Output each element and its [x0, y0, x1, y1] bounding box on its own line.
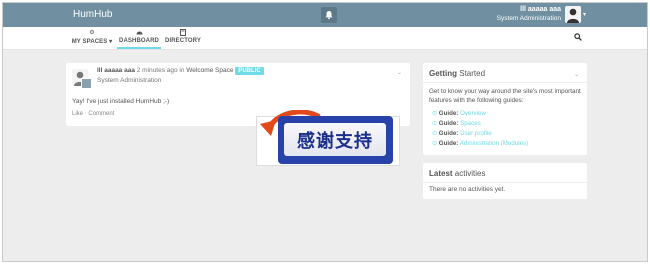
guide-prefix: Guide:: [438, 110, 459, 117]
nav-dashboard-label: DASHBOARD: [119, 38, 159, 44]
getting-started-description: Get to know your way around the site's m…: [429, 88, 581, 104]
getting-started-panel: Getting Started ⌄ Get to know your way a…: [423, 63, 587, 155]
nav-my-spaces[interactable]: ⚙ MY SPACES ▾: [71, 29, 113, 45]
guide-spaces[interactable]: ⊙ Guide: Spaces: [432, 120, 481, 127]
post-space-link[interactable]: Welcome Space: [186, 67, 233, 74]
guide-label: Administration (Modules): [459, 140, 529, 147]
post-author-role: System Administration: [97, 77, 162, 84]
public-badge: PUBLIC: [235, 67, 264, 75]
guide-prefix: Guide:: [438, 140, 459, 147]
cog-icon: ⚙: [89, 30, 95, 36]
search-icon[interactable]: [574, 33, 582, 41]
action-separator: ·: [84, 111, 87, 117]
latest-activities-title-bold: Latest: [429, 169, 453, 178]
promo-overlay: 感谢支持: [256, 110, 400, 166]
nav-directory-label: DIRECTORY: [165, 38, 201, 44]
top-bar: HumHub lll aaaaa aaa System Administrati…: [3, 3, 647, 27]
play-circle-icon: ⊙: [432, 121, 438, 127]
promo-button[interactable]: 感谢支持: [284, 123, 386, 156]
nav-directory[interactable]: DIRECTORY: [165, 29, 201, 44]
no-activities-text: There are no activities yet.: [429, 186, 506, 193]
guide-prefix: Guide:: [438, 130, 459, 137]
latest-activities-title: Latest activities: [429, 169, 485, 178]
space-image-icon[interactable]: [81, 78, 92, 89]
user-avatar[interactable]: [565, 6, 581, 23]
guide-user-profile[interactable]: ⊙ Guide: User profile: [432, 130, 492, 137]
comment-link[interactable]: Comment: [88, 111, 114, 117]
post-time: 2 minutes ago in: [136, 67, 185, 74]
post-content: Yay! I've just installed HumHub ;-): [72, 98, 170, 105]
getting-started-title-rest: Started: [459, 69, 486, 78]
user-role: System Administration: [496, 15, 561, 22]
notifications-button[interactable]: [321, 7, 337, 23]
bell-icon: [325, 11, 333, 20]
dashboard-icon: [117, 29, 161, 38]
post-menu-chevron-icon[interactable]: ⌄: [397, 69, 402, 76]
guide-prefix: Guide:: [438, 120, 459, 127]
book-icon: [165, 29, 201, 38]
latest-activities-title-rest: activities: [454, 169, 486, 178]
post-header: lll aaaaa aaa 2 minutes ago in Welcome S…: [97, 67, 264, 75]
play-circle-icon: ⊙: [432, 111, 438, 117]
guide-label: Spaces: [460, 120, 481, 127]
guide-label: Overview: [460, 110, 486, 117]
latest-activities-panel: Latest activities There are no activitie…: [423, 163, 587, 199]
guide-administration[interactable]: ⊙ Guide: Administration (Modules): [432, 140, 528, 147]
play-circle-icon: ⊙: [432, 131, 438, 137]
guide-label: User profile: [460, 130, 492, 137]
guide-overview[interactable]: ⊙ Guide: Overview: [432, 110, 486, 117]
panel-divider: [423, 82, 587, 83]
play-circle-icon: ⊙: [432, 141, 438, 147]
panel-divider: [423, 182, 587, 183]
post-author-link[interactable]: lll aaaaa aaa: [97, 67, 135, 74]
panel-collapse-chevron-icon[interactable]: ⌄: [574, 71, 579, 78]
brand-logo[interactable]: HumHub: [73, 9, 112, 20]
promo-text: 感谢支持: [297, 130, 373, 152]
getting-started-title: Getting Started: [429, 69, 485, 78]
nav-dashboard[interactable]: DASHBOARD: [117, 29, 161, 49]
user-name[interactable]: lll aaaaa aaa: [520, 6, 561, 14]
post-actions: Like · Comment: [72, 111, 114, 117]
like-link[interactable]: Like: [72, 111, 83, 117]
getting-started-title-bold: Getting: [429, 69, 457, 78]
nav-my-spaces-label: MY SPACES: [71, 39, 108, 45]
app-window: HumHub lll aaaaa aaa System Administrati…: [2, 2, 648, 262]
user-menu-caret-icon[interactable]: ▾: [583, 11, 586, 18]
avatar-placeholder-icon: [565, 6, 581, 23]
main-navigation: ⚙ MY SPACES ▾ DASHBOARD DIRECTORY: [3, 27, 647, 50]
